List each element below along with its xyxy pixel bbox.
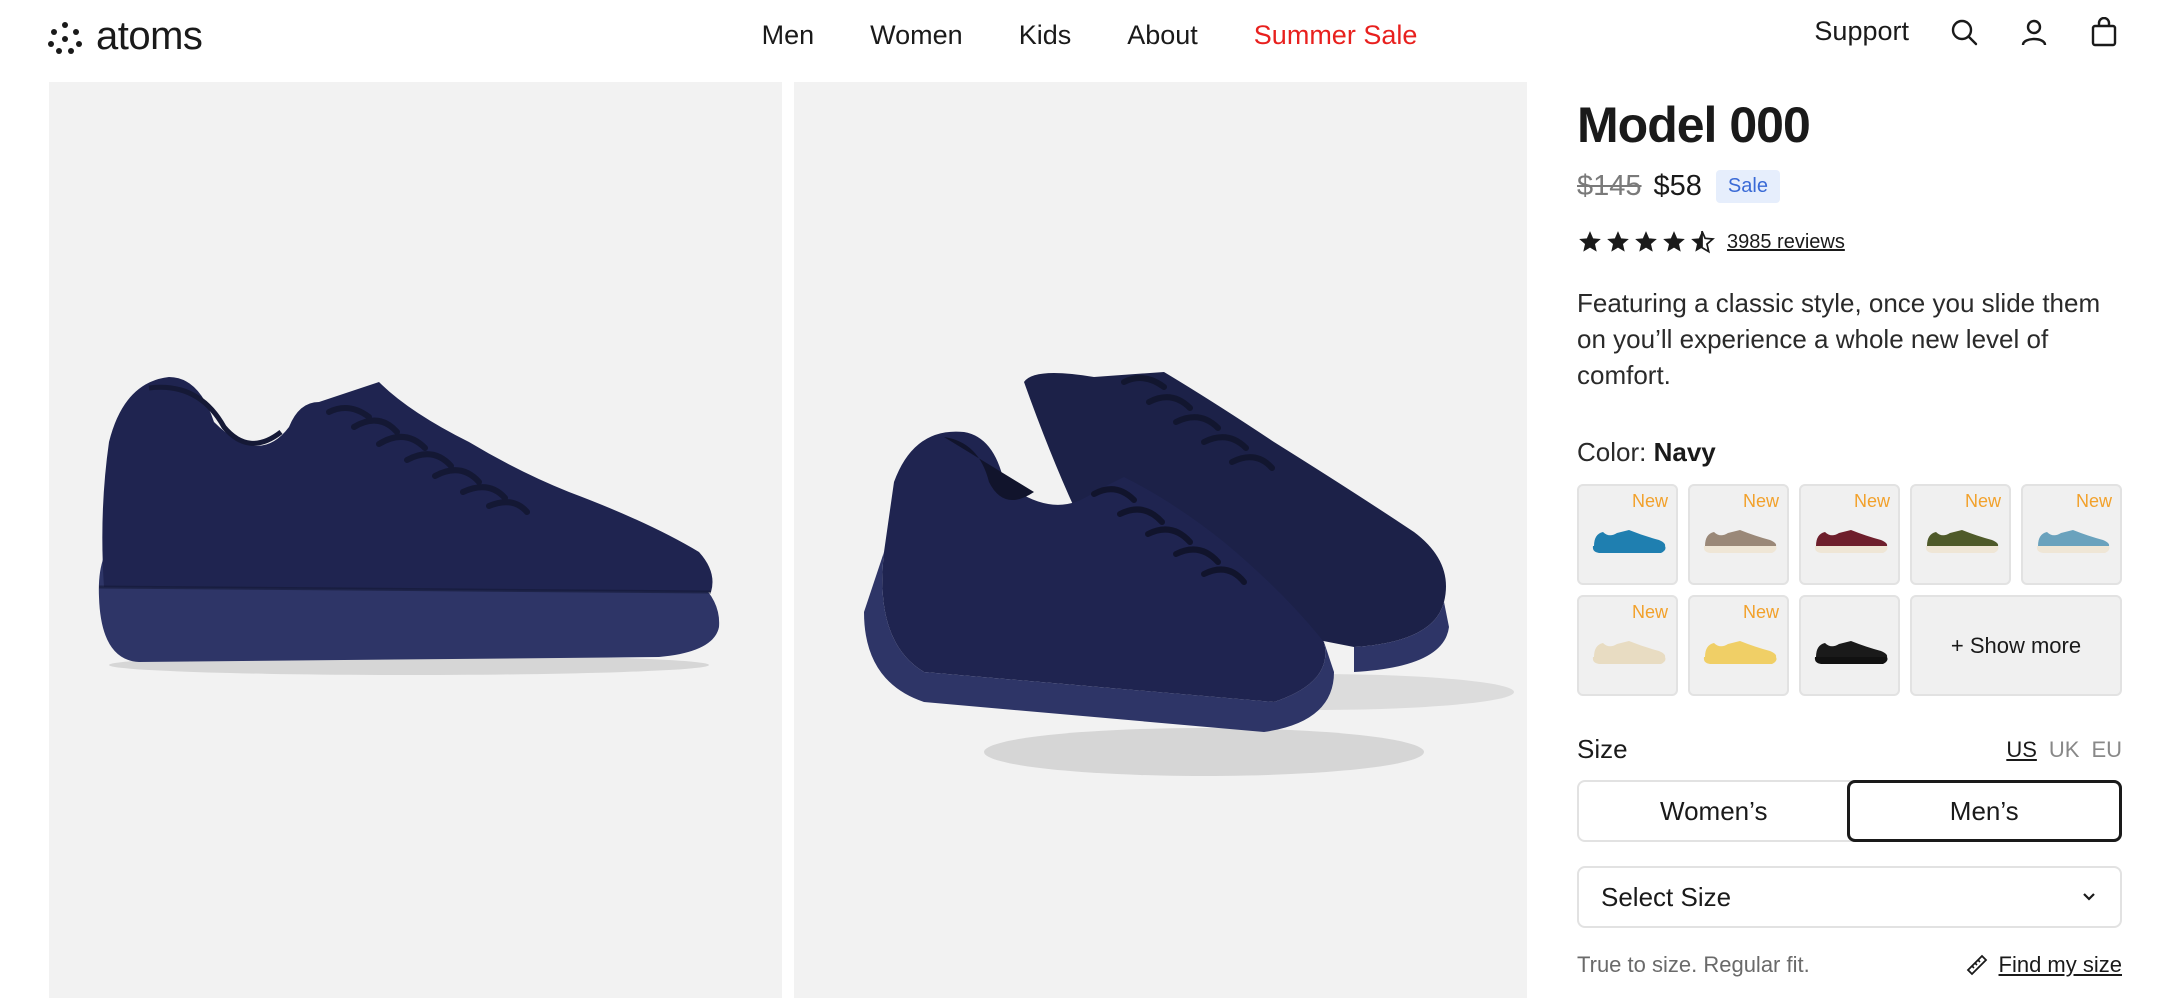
new-label: New	[1631, 602, 1668, 622]
selected-color: Navy	[1653, 437, 1716, 467]
product-info: Model 000 $145 $58 Sale 3985 reviews Fea…	[1577, 100, 2122, 696]
unit-us[interactable]: US	[2006, 737, 2037, 763]
size-header: Size US UK EU	[1577, 734, 2122, 765]
unit-eu[interactable]: EU	[2091, 737, 2122, 763]
shoe-thumbnail-icon	[1814, 641, 1888, 664]
mens-size-option[interactable]: Men’s	[1846, 780, 2122, 842]
size-unit-selector: US UK EU	[2006, 737, 2122, 763]
sneaker-side-illustration	[98, 377, 720, 675]
color-label: Color: Navy	[1577, 437, 2122, 468]
sale-price: $58	[1653, 170, 1702, 202]
new-label: New	[2075, 491, 2112, 511]
shoe-thumbnail-icon	[2036, 530, 2110, 553]
find-my-size-label: Find my size	[1998, 952, 2122, 977]
atoms-logo-icon	[48, 20, 82, 54]
color-swatch-burgundy[interactable]: New	[1799, 484, 1900, 585]
fit-note: True to size. Regular fit.	[1577, 952, 1810, 977]
sale-badge: Sale	[1715, 170, 1780, 203]
gender-size-toggle: Women’s Men’s	[1577, 780, 2122, 842]
color-swatch-sky[interactable]: New	[2021, 484, 2122, 585]
nav-item-summer-sale[interactable]: Summer Sale	[1254, 20, 1418, 51]
nav-item-men[interactable]: Men	[762, 20, 815, 51]
brand-name: atoms	[96, 14, 203, 58]
star-rating	[1577, 229, 1715, 255]
nav-item-kids[interactable]: Kids	[1019, 20, 1072, 51]
product-title: Model 000	[1577, 97, 1811, 153]
show-more-colors-button[interactable]: + Show more	[1910, 595, 2122, 696]
new-label: New	[1964, 491, 2001, 511]
color-swatches: New New New New New New New + Show more	[1577, 484, 2122, 696]
color-swatch-cream[interactable]: New	[1577, 595, 1678, 696]
star-icon	[1663, 231, 1685, 252]
ruler-icon	[1966, 954, 1987, 976]
womens-size-option[interactable]: Women’s	[1579, 782, 1849, 840]
shoe-thumbnail-icon	[1814, 530, 1888, 553]
new-label: New	[1631, 491, 1668, 511]
color-swatch-olive[interactable]: New	[1910, 484, 2011, 585]
account-icon[interactable]	[2019, 17, 2049, 47]
product-description: Featuring a classic style, once you slid…	[1577, 288, 2101, 390]
bag-icon[interactable]	[2089, 16, 2119, 47]
shoe-thumbnail-icon	[1703, 530, 1777, 553]
site-header: atoms Men Women Kids About Summer Sale S…	[0, 0, 2167, 76]
new-label: New	[1853, 491, 1890, 511]
product-image-pair[interactable]	[794, 82, 1527, 998]
support-link[interactable]: Support	[1814, 16, 1909, 47]
color-swatch-taupe[interactable]: New	[1688, 484, 1789, 585]
reviews-link[interactable]: 3985 reviews	[1727, 231, 1845, 254]
sneaker-pair-illustration	[864, 372, 1514, 776]
color-swatch-yellow[interactable]: New	[1688, 595, 1789, 696]
search-icon[interactable]	[1949, 17, 1979, 47]
color-prefix: Color:	[1577, 437, 1647, 467]
size-label: Size	[1577, 734, 1628, 764]
new-label: New	[1742, 602, 1779, 622]
shoe-thumbnail-icon	[1703, 641, 1777, 664]
product-image-side[interactable]	[49, 82, 782, 998]
size-select[interactable]: Select Size	[1577, 866, 2122, 928]
star-icon	[1579, 231, 1601, 252]
brand-logo[interactable]: atoms	[48, 14, 203, 59]
fit-row: True to size. Regular fit. Find my size	[1577, 952, 2122, 978]
original-price: $145	[1577, 170, 1642, 202]
rating-row: 3985 reviews	[1577, 229, 2122, 255]
size-select-placeholder: Select Size	[1601, 881, 1732, 912]
unit-uk[interactable]: UK	[2049, 737, 2080, 763]
nav-item-women[interactable]: Women	[870, 20, 963, 51]
chevron-down-icon	[2083, 893, 2095, 901]
half-star-icon	[1691, 230, 1715, 254]
shoe-thumbnail-icon	[1592, 530, 1666, 553]
nav-item-about[interactable]: About	[1127, 20, 1198, 51]
new-label: New	[1742, 491, 1779, 511]
find-my-size-link[interactable]: Find my size	[1965, 952, 2122, 978]
color-swatch-blue[interactable]: New	[1577, 484, 1678, 585]
header-actions: Support	[1814, 16, 2119, 47]
star-icon	[1635, 231, 1657, 252]
shoe-thumbnail-icon	[1592, 641, 1666, 664]
color-swatch-black[interactable]	[1799, 595, 1900, 696]
shoe-thumbnail-icon	[1925, 530, 1999, 553]
price-row: $145 $58 Sale	[1577, 170, 2122, 203]
star-icon	[1607, 231, 1629, 252]
